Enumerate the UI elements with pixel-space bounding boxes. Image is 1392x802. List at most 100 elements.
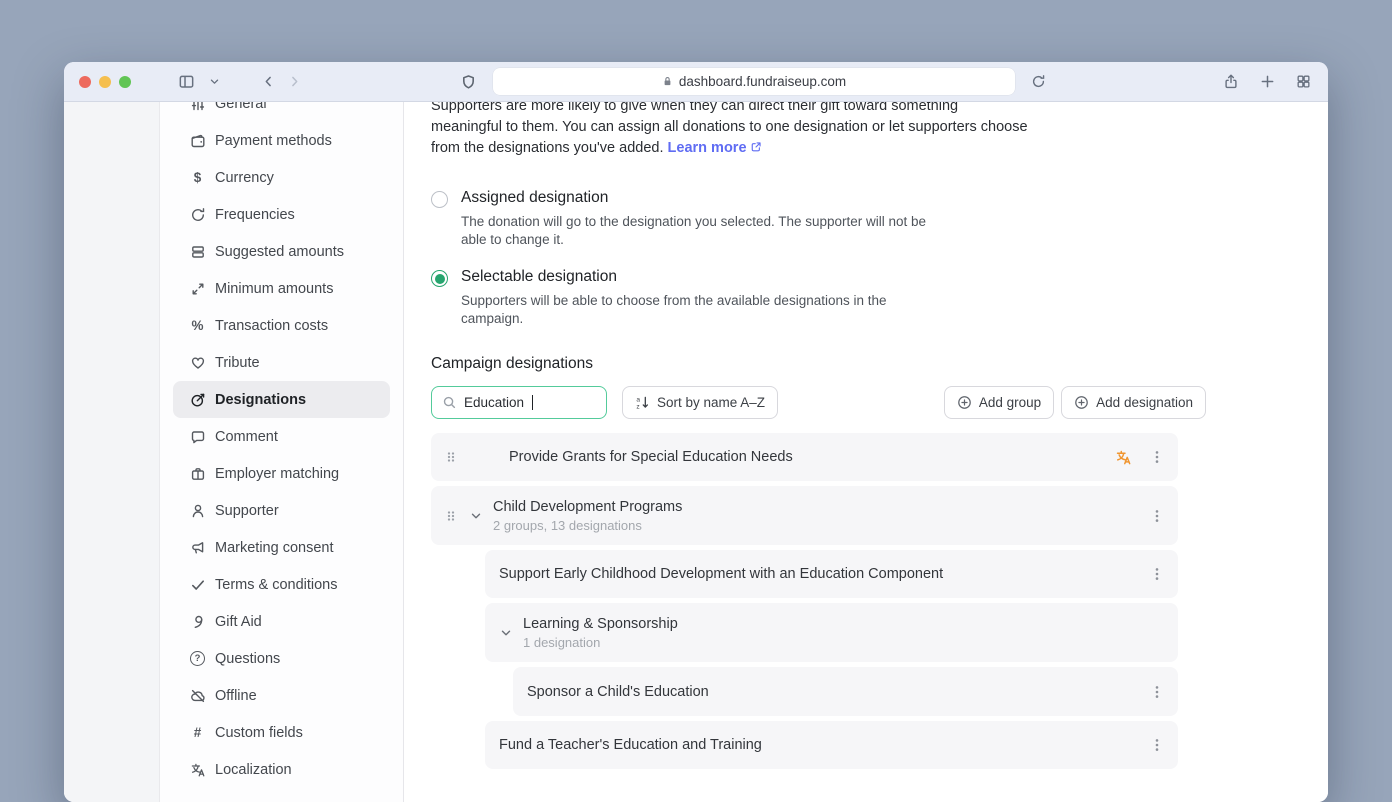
sidebar-item-transaction-costs[interactable]: % Transaction costs (173, 307, 390, 344)
minimize-window-button[interactable] (99, 75, 111, 88)
learn-more-link[interactable]: Learn more (668, 140, 747, 156)
window-controls (79, 75, 131, 88)
hash-icon: # (193, 724, 202, 740)
person-icon (189, 502, 206, 519)
refresh-icon[interactable] (1025, 69, 1051, 95)
checkmark-icon (189, 576, 206, 593)
sidebar-item-label: Payment methods (215, 132, 332, 149)
sidebar-item-supporter[interactable]: Supporter (173, 492, 390, 529)
expand-diagonal-icon (189, 280, 206, 297)
sidebar-item-comment[interactable]: Comment (173, 418, 390, 455)
sidebar-list: General Payment methods $ Currency Frequ… (160, 102, 403, 788)
tab-overview-grid-icon[interactable] (1290, 69, 1316, 95)
drag-handle-icon[interactable] (445, 449, 459, 465)
forward-button[interactable] (281, 69, 307, 95)
designation-title: Sponsor a Child's Education (527, 683, 709, 700)
sidebar-item-label: Transaction costs (215, 317, 329, 334)
designation-title: Support Early Childhood Development with… (499, 566, 944, 582)
sidebar-item-currency[interactable]: $ Currency (173, 159, 390, 196)
comment-bubble-icon (189, 428, 206, 445)
designations-settings-panel: Supporters are more likely to give when … (404, 102, 1328, 802)
sidebar-item-label: Gift Aid (215, 613, 262, 630)
cloud-off-icon (189, 687, 206, 704)
sidebar-item-offline[interactable]: Offline (173, 677, 390, 714)
sidebar-item-suggested-amounts[interactable]: Suggested amounts (173, 233, 390, 270)
designation-title: Fund a Teacher's Education and Training (499, 737, 762, 753)
sidebar-item-tribute[interactable]: Tribute (173, 344, 390, 381)
add-group-button[interactable]: Add group (943, 386, 1055, 419)
row-menu-button[interactable] (1148, 680, 1166, 704)
radio-unselected-icon[interactable] (431, 191, 448, 208)
row-menu-button[interactable] (1148, 733, 1166, 757)
row-menu-button[interactable] (1148, 504, 1166, 528)
shield-privacy-icon[interactable] (455, 69, 481, 95)
briefcase-icon (189, 465, 206, 482)
sidebar-item-label: Terms & conditions (215, 576, 338, 593)
sort-alpha-icon: a z (636, 397, 649, 410)
add-designation-button[interactable]: Add designation (1061, 386, 1206, 419)
sidebar-item-marketing-consent[interactable]: Marketing consent (173, 529, 390, 566)
sort-button[interactable]: a z Sort by name A–Z (622, 386, 779, 419)
sidebar-item-label: Employer matching (215, 465, 340, 482)
sidebar-item-frequencies[interactable]: Frequencies (173, 196, 390, 233)
sidebar-item-label: Localization (215, 761, 292, 778)
sidebar-item-terms-conditions[interactable]: Terms & conditions (173, 566, 390, 603)
radio-option-selectable[interactable]: Selectable designation Supporters will b… (431, 268, 1206, 328)
sidebar-item-custom-fields[interactable]: # Custom fields (173, 714, 390, 751)
browser-toolbar: dashboard.fundraiseup.com (64, 62, 1328, 102)
page-body: General Payment methods $ Currency Frequ… (64, 102, 1328, 802)
sidebar-item-localization[interactable]: Localization (173, 751, 390, 788)
sidebar-item-employer-matching[interactable]: Employer matching (173, 455, 390, 492)
sidebar-toggle-icon[interactable] (173, 69, 199, 95)
add-group-label: Add group (978, 395, 1042, 410)
sidebar-item-gift-aid[interactable]: Gift Aid (173, 603, 390, 640)
translate-icon (189, 761, 206, 778)
dollar-icon: $ (193, 169, 202, 185)
radio-selected-icon[interactable] (431, 270, 448, 287)
designation-title: Provide Grants for Special Education Nee… (509, 449, 793, 465)
radio-option-assigned[interactable]: Assigned designation The donation will g… (431, 189, 1206, 249)
target-dart-icon (189, 391, 206, 408)
sidebar-item-minimum-amounts[interactable]: Minimum amounts (173, 270, 390, 307)
chevron-down-icon[interactable] (201, 69, 227, 95)
sort-button-label: Sort by name A–Z (657, 395, 766, 410)
text-cursor (532, 395, 534, 410)
url-address-bar[interactable]: dashboard.fundraiseup.com (493, 68, 1015, 95)
group-title: Child Development Programs (493, 498, 683, 515)
sidebar-item-label: Questions (215, 650, 281, 667)
designations-controls: Education a z Sort by name A–Z Add group… (431, 386, 1206, 419)
designation-group-row: Child Development Programs 2 groups, 13 … (431, 486, 1178, 545)
option-description: Supporters will be able to choose from t… (461, 293, 887, 326)
search-input[interactable]: Education (431, 386, 607, 419)
sidebar-item-label: Comment (215, 428, 278, 445)
sidebar-item-designations[interactable]: Designations (173, 381, 390, 418)
sidebar-item-general[interactable]: General (173, 102, 390, 122)
add-designation-label: Add designation (1096, 395, 1193, 410)
wallet-icon (189, 132, 206, 149)
sidebar-item-label: Designations (215, 391, 307, 408)
translate-status-icon[interactable] (1115, 449, 1132, 466)
heart-icon (189, 354, 206, 371)
option-label: Assigned designation (461, 189, 609, 206)
section-title: Campaign designations (431, 355, 593, 372)
close-window-button[interactable] (79, 75, 91, 88)
designation-group-row: Learning & Sponsorship 1 designation (485, 603, 1178, 662)
search-value: Education (464, 395, 525, 410)
lock-icon (664, 77, 671, 86)
row-menu-button[interactable] (1148, 562, 1166, 586)
svg-text:a: a (636, 397, 640, 404)
new-tab-plus-icon[interactable] (1254, 69, 1280, 95)
designation-row: Sponsor a Child's Education (513, 667, 1178, 716)
back-button[interactable] (255, 69, 281, 95)
share-icon[interactable] (1218, 69, 1244, 95)
drag-handle-icon[interactable] (445, 508, 459, 524)
sidebar-item-label: Custom fields (215, 724, 303, 741)
sidebar-item-payment-methods[interactable]: Payment methods (173, 122, 390, 159)
collapse-chevron-icon[interactable] (499, 626, 515, 640)
collapse-chevron-icon[interactable] (469, 509, 485, 523)
designations-list: Provide Grants for Special Education Nee… (431, 433, 1178, 769)
zoom-window-button[interactable] (119, 75, 131, 88)
row-menu-button[interactable] (1148, 445, 1166, 469)
sidebar-item-questions[interactable]: ? Questions (173, 640, 390, 677)
sidebar-item-label: Supporter (215, 502, 279, 519)
